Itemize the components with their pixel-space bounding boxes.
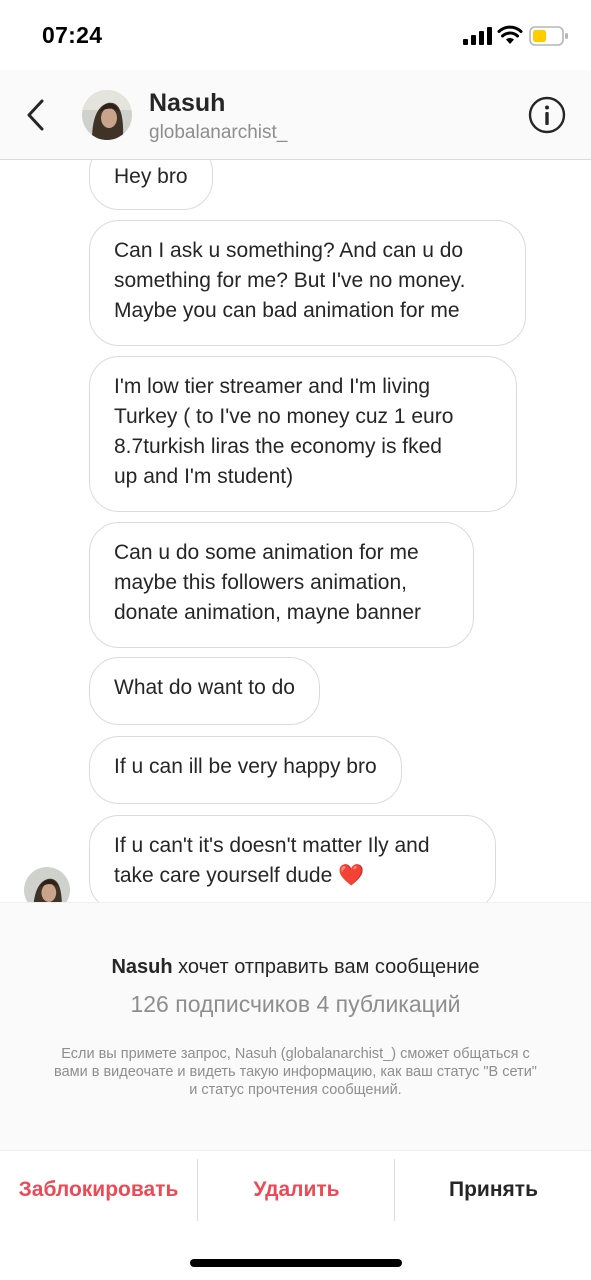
message-bubble[interactable]: Can I ask u something? And can u do some… (89, 220, 526, 346)
accept-button[interactable]: Принять (394, 1159, 591, 1221)
message-thread[interactable]: Hey bro Can I ask u something? And can u… (0, 160, 591, 902)
signal-icon (463, 27, 492, 45)
delete-button[interactable]: Удалить (197, 1159, 395, 1221)
block-button[interactable]: Заблокировать (0, 1159, 197, 1221)
request-actions: Заблокировать Удалить Принять (0, 1150, 591, 1231)
message-bubble[interactable]: I'm low tier streamer and I'm living Tur… (89, 356, 517, 512)
wifi-icon (497, 25, 523, 44)
message-bubble[interactable]: If u can't it's doesn't matter Ily and t… (89, 815, 496, 902)
sender-avatar (24, 867, 70, 902)
contact-name[interactable]: Nasuh (149, 89, 225, 118)
message-bubble[interactable]: Can u do some animation for me maybe thi… (89, 522, 474, 648)
message-bubble[interactable]: If u can ill be very happy bro (89, 736, 402, 804)
avatar[interactable] (82, 90, 132, 140)
message-bubble[interactable]: Hey bro (89, 160, 213, 210)
status-time: 07:24 (42, 22, 103, 48)
back-chevron-icon[interactable] (22, 97, 52, 133)
chat-header: Nasuh globalanarchist_ (0, 70, 591, 160)
info-icon[interactable] (528, 96, 566, 134)
contact-username: globalanarchist_ (149, 122, 288, 143)
home-indicator[interactable] (190, 1259, 402, 1267)
battery-icon (529, 26, 568, 46)
request-stats: 126 подписчиков 4 публикаций (130, 991, 461, 1017)
request-sender-name: Nasuh (111, 956, 173, 978)
status-bar: 07:24 (0, 0, 591, 70)
message-bubble[interactable]: What do want to do (89, 657, 320, 725)
message-request-panel: Nasuh хочет отправить вам сообщение 126 … (0, 902, 591, 1151)
request-note: Если вы примете запрос, Nasuh (globalana… (54, 1046, 537, 1098)
request-action-text: хочет отправить вам сообщение (172, 956, 480, 978)
request-title: Nasuh хочет отправить вам сообщение (0, 956, 591, 979)
